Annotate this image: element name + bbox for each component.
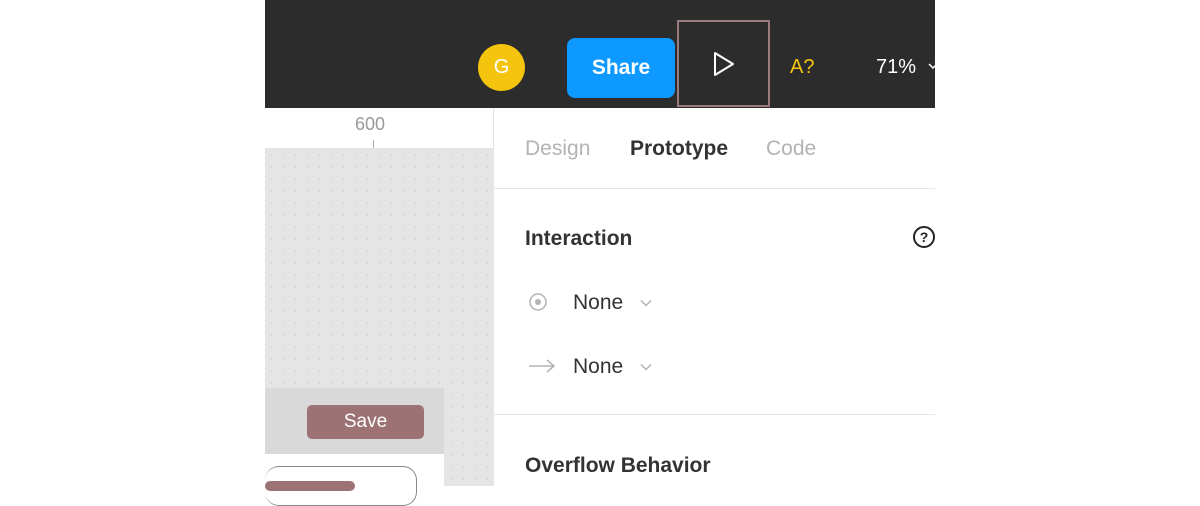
zoom-level[interactable]: 71%	[876, 56, 916, 79]
chevron-down-icon[interactable]	[928, 62, 938, 70]
section-divider	[494, 414, 935, 415]
chevron-down-icon[interactable]	[640, 363, 652, 371]
play-icon	[713, 51, 734, 76]
share-button-label: Share	[591, 56, 651, 79]
tab-code[interactable]: Code	[766, 137, 816, 161]
chevron-down-icon[interactable]	[640, 299, 652, 307]
share-button[interactable]: Share	[567, 38, 675, 98]
save-button-label: Save	[343, 411, 388, 432]
trigger-select[interactable]: None	[573, 291, 623, 315]
overflow-behavior-title: Overflow Behavior	[525, 454, 711, 477]
arrow-right-icon	[529, 359, 556, 373]
avatar-initial: G	[493, 56, 510, 78]
tabs-divider	[494, 188, 935, 189]
frame-card-pill	[265, 481, 355, 491]
action-select[interactable]: None	[573, 355, 623, 379]
horizontal-ruler: 600	[265, 108, 493, 149]
ruler-tick	[373, 140, 374, 148]
tab-prototype[interactable]: Prototype	[630, 137, 728, 161]
avatar[interactable]: G	[478, 44, 525, 91]
tab-design[interactable]: Design	[525, 137, 590, 161]
help-icon[interactable]: ?	[913, 226, 935, 248]
save-button[interactable]: Save	[307, 405, 424, 439]
ruler-label: 600	[355, 114, 386, 134]
assist-label[interactable]: A?	[790, 56, 814, 79]
present-button[interactable]	[677, 20, 770, 107]
interaction-title: Interaction	[525, 227, 633, 250]
trigger-target-icon	[529, 293, 547, 311]
properties-panel	[493, 108, 936, 486]
